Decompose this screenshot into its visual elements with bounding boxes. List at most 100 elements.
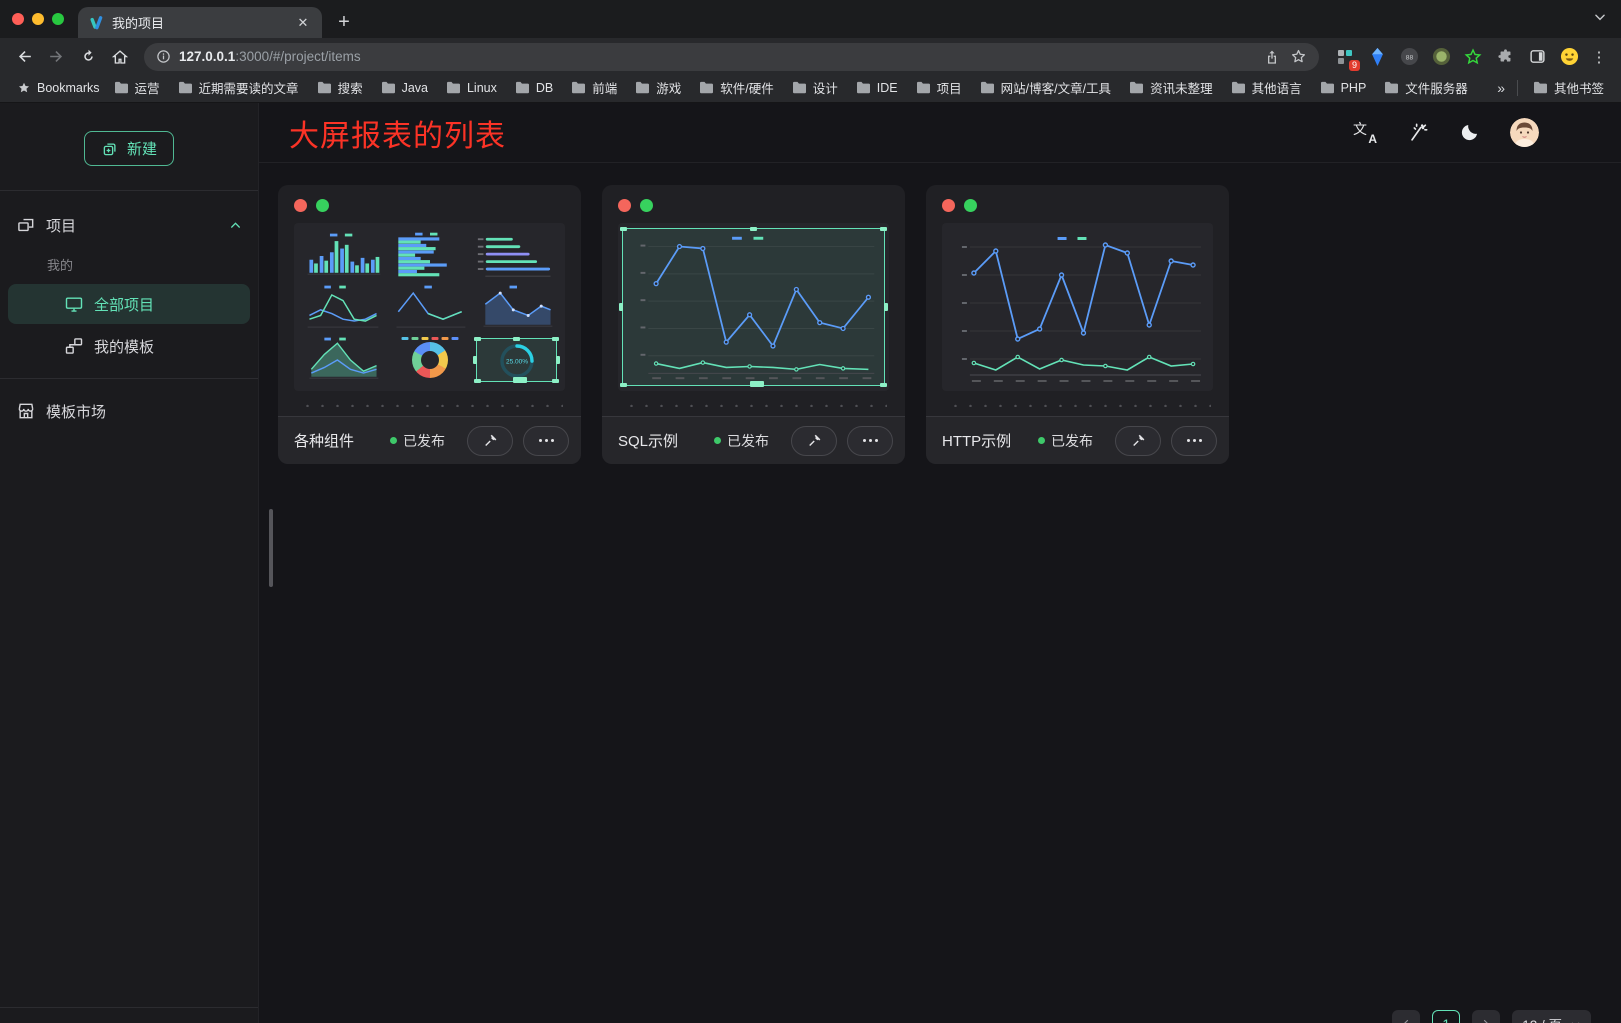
status-dot [1038,437,1045,444]
more-actions-button[interactable] [1171,426,1217,456]
emoji-extension-icon[interactable] [1559,47,1579,67]
bookmark-folder[interactable]: DB [508,78,560,98]
bookmark-folder[interactable]: 资讯未整理 [1122,75,1220,100]
divider [0,378,258,379]
bookmark-folder[interactable]: 设计 [785,75,845,100]
storefront-icon [16,401,36,421]
card-window-dots [618,199,889,212]
ellipsis-icon [863,439,878,442]
forward-icon[interactable] [42,43,70,71]
selected-chart-widget[interactable] [622,228,885,386]
extension-badge: 9 [1349,60,1360,71]
donut-chart [412,342,448,378]
site-info-icon[interactable] [156,49,171,64]
address-bar[interactable]: 127.0.0.1:3000/#/project/items [144,43,1319,71]
project-thumbnail [942,223,1213,391]
bookmarks-separator [1517,80,1518,96]
bookmark-folder[interactable]: 运营 [107,75,167,100]
bookmarks-root[interactable]: Bookmarks [10,78,107,98]
bookmark-folder[interactable]: 前端 [564,75,624,100]
extension-blocks-icon[interactable]: 9 [1335,47,1355,67]
sidebar-item-my-templates[interactable]: 我的模板 [8,326,250,366]
svg-text:25.00%: 25.00% [506,359,528,366]
status-dot [390,437,397,444]
bookmark-folder[interactable]: 搜索 [310,75,370,100]
extension-green-star-icon[interactable] [1463,47,1483,67]
zoom-window-button[interactable] [52,13,64,25]
extension-dark-circle-icon[interactable]: 88 [1399,47,1419,67]
card-window-dots [294,199,565,212]
share-icon[interactable] [1264,49,1280,65]
home-icon[interactable] [106,43,134,71]
new-tab-button[interactable]: + [330,8,358,36]
project-card[interactable]: SQL示例 已发布 [602,185,905,464]
language-icon[interactable]: 文A [1353,122,1377,144]
reload-icon[interactable] [74,43,102,71]
close-window-button[interactable] [12,13,24,25]
new-project-button[interactable]: 新建 [84,131,174,166]
page-number-button[interactable]: 1 [1432,1010,1460,1023]
avatar[interactable] [1510,118,1539,147]
bookmark-folder[interactable]: 其他语言 [1224,75,1309,100]
extension-green-circle-icon[interactable] [1431,47,1451,67]
next-page-button[interactable] [1472,1010,1500,1023]
bookmark-folder[interactable]: Java [374,78,435,98]
bookmark-folder-list: 运营 近期需要读的文章 搜索 Java Linux [107,75,1494,100]
project-card[interactable]: 25.00% 各种组件 已发布 [278,185,581,464]
more-actions-button[interactable] [847,426,893,456]
bookmarks-bar: Bookmarks 运营 近期需要读的文章 搜索 Java [0,75,1621,103]
edit-project-button[interactable] [467,426,513,456]
tab-close-icon[interactable]: ✕ [294,14,312,32]
extension-kite-icon[interactable] [1367,47,1387,67]
project-screens-icon [16,215,36,235]
chevron-down-icon [1570,1019,1581,1023]
magic-wand-icon[interactable] [1407,122,1429,144]
dotted-separator [620,403,887,407]
bookmark-folder[interactable]: 项目 [909,75,969,100]
bookmark-folder[interactable]: 软件/硬件 [692,75,780,100]
bookmark-folder[interactable]: 文件服务器 [1377,75,1475,100]
page-size-select[interactable]: 12 / 页 [1512,1010,1591,1023]
bookmark-folder[interactable]: PHP [1313,78,1374,98]
bookmark-folder[interactable]: 近期需要读的文章 [171,75,306,100]
prev-page-button[interactable] [1392,1010,1420,1023]
tab-title: 我的项目 [112,13,286,32]
scrollbar[interactable] [269,509,273,587]
status-badge: 已发布 [1038,431,1093,451]
tab-search-icon[interactable] [1593,10,1607,24]
copy-plus-icon [101,140,119,158]
bookmark-star-icon[interactable] [1290,48,1307,65]
favicon [88,15,104,31]
bookmark-folder[interactable]: 网站/博客/文章/工具 [973,75,1118,100]
app-header: 大屏报表的列表 文A [259,103,1621,163]
more-actions-button[interactable] [523,426,569,456]
project-name: HTTP示例 [942,430,1038,451]
dotted-separator [296,403,563,407]
chevron-up-icon[interactable] [229,219,242,232]
bookmark-folder[interactable]: IDE [849,78,905,98]
dark-mode-moon-icon[interactable] [1459,122,1480,143]
selected-progress-widget[interactable]: 25.00% [476,338,557,382]
edit-project-button[interactable] [1115,426,1161,456]
bookmark-folder[interactable]: Linux [439,78,504,98]
project-card[interactable]: HTTP示例 已发布 [926,185,1229,464]
sidebar-item-all-projects[interactable]: 全部项目 [8,284,250,324]
bookmarks-overflow-chevron[interactable]: » [1493,80,1509,96]
project-list-content: 25.00% 各种组件 已发布 [259,163,1621,1023]
edit-project-button[interactable] [791,426,837,456]
other-bookmarks-folder[interactable]: 其他书签 [1526,75,1611,100]
browser-menu-icon[interactable]: ⋮ [1591,48,1607,66]
bookmark-folder[interactable]: 游戏 [628,75,688,100]
sidebar-label-my: 我的 [0,245,258,282]
page-title: 大屏报表的列表 [289,111,506,155]
back-icon[interactable] [10,43,38,71]
ellipsis-icon [1187,439,1202,442]
status-dot [714,437,721,444]
minimize-window-button[interactable] [32,13,44,25]
status-badge: 已发布 [390,431,445,451]
side-panel-icon[interactable] [1527,47,1547,67]
browser-tab[interactable]: 我的项目 ✕ [78,7,322,38]
sidebar-group-project[interactable]: 项目 [0,205,258,245]
extensions-puzzle-icon[interactable] [1495,47,1515,67]
sidebar-item-template-market[interactable]: 模板市场 [0,391,258,431]
